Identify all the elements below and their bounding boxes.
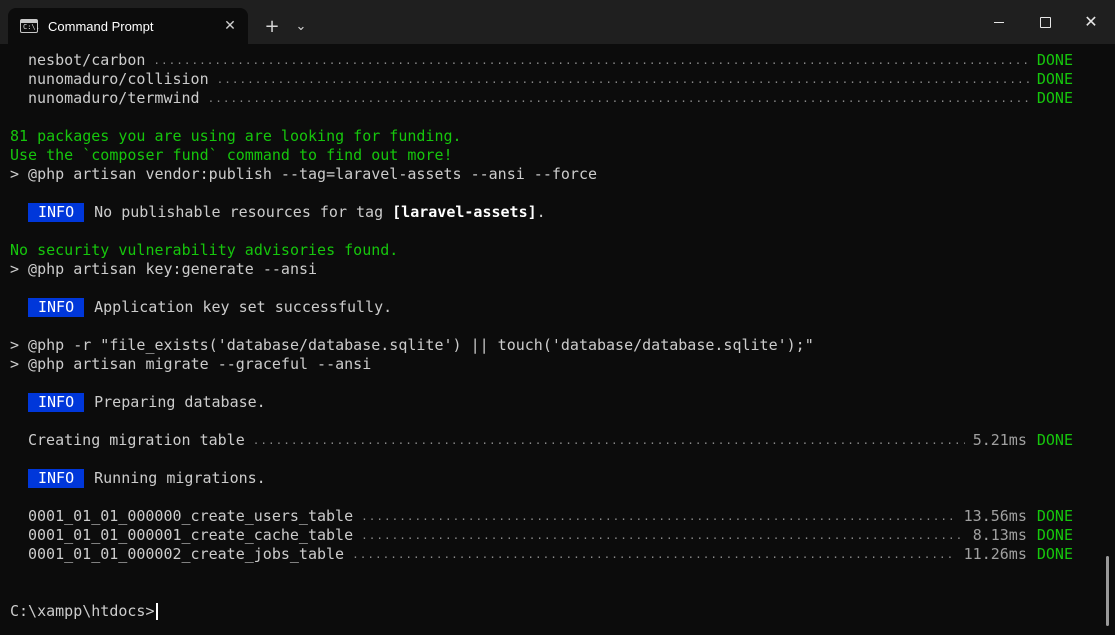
info-message: INFO No publishable resources for tag [la… bbox=[28, 203, 1073, 222]
info-text: Application key set successfully. bbox=[94, 298, 393, 316]
dot-leader: ........................................… bbox=[216, 73, 1029, 86]
status-done: DONE bbox=[1036, 431, 1073, 449]
dot-leader: ........................................… bbox=[361, 510, 956, 523]
close-button[interactable]: ✕ bbox=[1068, 0, 1114, 44]
info-text: Running migrations. bbox=[94, 469, 266, 487]
maximize-icon bbox=[1039, 16, 1051, 28]
migration-duration: 11.26ms bbox=[963, 545, 1027, 563]
status-done: DONE bbox=[1036, 507, 1073, 525]
command-prompt-line[interactable]: C:\xampp\htdocs> bbox=[10, 602, 1090, 621]
command-line: > @php artisan key:generate --ansi bbox=[10, 260, 318, 278]
status-done: DONE bbox=[1036, 526, 1073, 544]
info-badge: INFO bbox=[28, 298, 85, 317]
funding-message: 81 packages you are using are looking fo… bbox=[10, 127, 462, 145]
package-name: nunomaduro/collision bbox=[28, 70, 209, 88]
tab-command-prompt[interactable]: C:\. Command Prompt ✕ bbox=[8, 8, 248, 44]
package-row: nunomaduro/termwind ....................… bbox=[28, 89, 1073, 108]
status-done: DONE bbox=[1036, 545, 1073, 563]
package-row: nunomaduro/collision ...................… bbox=[28, 70, 1073, 89]
command-line: > @php artisan vendor:publish --tag=lara… bbox=[10, 165, 597, 183]
migration-name: 0001_01_01_000000_create_users_table bbox=[28, 507, 354, 525]
scrollbar-thumb[interactable] bbox=[1106, 556, 1109, 626]
task-name: Creating migration table bbox=[28, 431, 245, 449]
dot-leader: ........................................… bbox=[153, 54, 1029, 67]
info-badge: INFO bbox=[28, 393, 85, 412]
dot-leader: ........................................… bbox=[252, 434, 965, 447]
info-badge: INFO bbox=[28, 203, 85, 222]
status-done: DONE bbox=[1036, 70, 1073, 88]
status-done: DONE bbox=[1036, 51, 1073, 69]
title-bar: C:\. Command Prompt ✕ + ⌄ ✕ bbox=[0, 0, 1115, 44]
command-line: > @php artisan migrate --graceful --ansi bbox=[10, 355, 372, 373]
minimize-icon bbox=[994, 21, 1004, 23]
new-tab-button[interactable]: + bbox=[258, 12, 286, 40]
tab-close-icon[interactable]: ✕ bbox=[216, 12, 244, 40]
command-prompt-window: C:\. Command Prompt ✕ + ⌄ ✕ nesbot/carbo… bbox=[0, 0, 1115, 635]
prompt-text: C:\xampp\htdocs> bbox=[10, 602, 155, 620]
terminal-output[interactable]: nesbot/carbon ..........................… bbox=[0, 44, 1100, 635]
info-message: INFO Running migrations. bbox=[28, 469, 1073, 488]
migration-duration: 8.13ms bbox=[972, 526, 1027, 544]
tab-title: Command Prompt bbox=[48, 18, 154, 34]
dot-leader: ........................................… bbox=[361, 529, 965, 542]
migration-table-row: Creating migration table ...............… bbox=[28, 431, 1073, 450]
command-line: > @php -r "file_exists('database/databas… bbox=[10, 336, 814, 354]
minimize-button[interactable] bbox=[976, 0, 1022, 44]
security-message: No security vulnerability advisories fou… bbox=[10, 241, 399, 259]
info-text: Preparing database. bbox=[94, 393, 266, 411]
package-name: nesbot/carbon bbox=[28, 51, 146, 69]
info-message: INFO Preparing database. bbox=[28, 393, 1073, 412]
dot-leader: ........................................… bbox=[207, 92, 1029, 105]
migration-name: 0001_01_01_000001_create_cache_table bbox=[28, 526, 354, 544]
migration-row: 0001_01_01_000000_create_users_table ...… bbox=[28, 507, 1073, 526]
command-prompt-icon: C:\. bbox=[20, 19, 40, 33]
migration-row: 0001_01_01_000001_create_cache_table ...… bbox=[28, 526, 1073, 545]
status-done: DONE bbox=[1036, 89, 1073, 107]
close-icon: ✕ bbox=[1084, 12, 1098, 31]
package-name: nunomaduro/termwind bbox=[28, 89, 200, 107]
info-suffix: . bbox=[536, 203, 546, 221]
migration-duration: 13.56ms bbox=[963, 507, 1027, 525]
package-row: nesbot/carbon ..........................… bbox=[28, 51, 1073, 70]
tab-dropdown-button[interactable]: ⌄ bbox=[287, 12, 315, 40]
info-text: No publishable resources for tag bbox=[94, 203, 393, 221]
funding-hint: Use the `composer fund` command to find … bbox=[10, 146, 453, 164]
migration-row: 0001_01_01_000002_create_jobs_table ....… bbox=[28, 545, 1073, 564]
migration-name: 0001_01_01_000002_create_jobs_table bbox=[28, 545, 345, 563]
maximize-button[interactable] bbox=[1022, 0, 1068, 44]
task-duration: 5.21ms bbox=[972, 431, 1027, 449]
info-badge: INFO bbox=[28, 469, 85, 488]
info-tag: [laravel-assets] bbox=[392, 203, 537, 221]
dot-leader: ........................................… bbox=[352, 548, 956, 561]
info-message: INFO Application key set successfully. bbox=[28, 298, 1073, 317]
text-cursor bbox=[155, 603, 158, 620]
